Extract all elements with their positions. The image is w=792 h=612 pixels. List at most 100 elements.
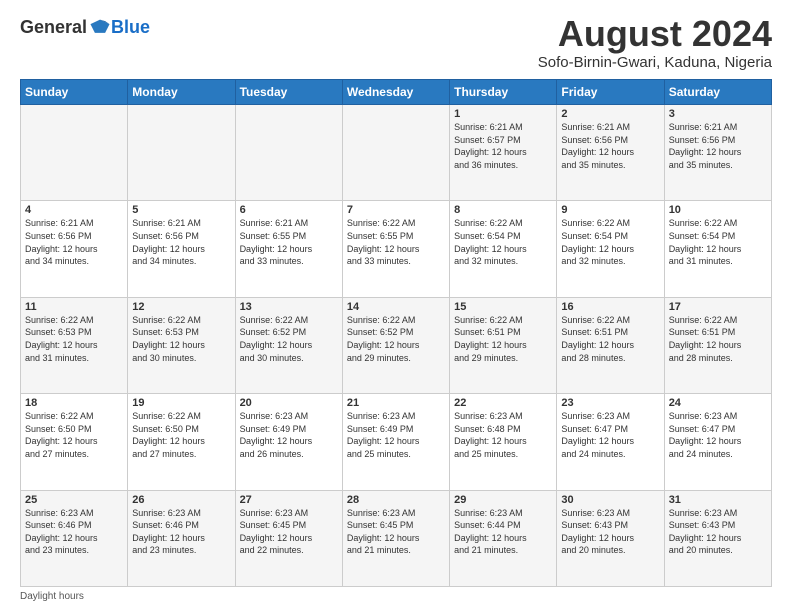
table-row: 19Sunrise: 6:22 AMSunset: 6:50 PMDayligh…	[128, 394, 235, 490]
day-number: 17	[669, 301, 767, 313]
day-info: Sunrise: 6:22 AMSunset: 6:51 PMDaylight:…	[669, 314, 767, 364]
table-row: 16Sunrise: 6:22 AMSunset: 6:51 PMDayligh…	[557, 297, 664, 393]
day-info: Sunrise: 6:23 AMSunset: 6:45 PMDaylight:…	[347, 507, 445, 557]
day-number: 6	[240, 204, 338, 216]
footer: Daylight hours	[20, 591, 772, 602]
week-row-4: 18Sunrise: 6:22 AMSunset: 6:50 PMDayligh…	[21, 394, 772, 490]
table-row	[342, 105, 449, 201]
day-info: Sunrise: 6:23 AMSunset: 6:47 PMDaylight:…	[561, 410, 659, 460]
day-info: Sunrise: 6:23 AMSunset: 6:48 PMDaylight:…	[454, 410, 552, 460]
table-row: 11Sunrise: 6:22 AMSunset: 6:53 PMDayligh…	[21, 297, 128, 393]
table-row: 23Sunrise: 6:23 AMSunset: 6:47 PMDayligh…	[557, 394, 664, 490]
month-title: August 2024	[538, 16, 772, 52]
day-number: 28	[347, 494, 445, 506]
day-number: 23	[561, 397, 659, 409]
table-row: 31Sunrise: 6:23 AMSunset: 6:43 PMDayligh…	[664, 490, 771, 586]
table-row: 28Sunrise: 6:23 AMSunset: 6:45 PMDayligh…	[342, 490, 449, 586]
table-row: 29Sunrise: 6:23 AMSunset: 6:44 PMDayligh…	[450, 490, 557, 586]
table-row: 22Sunrise: 6:23 AMSunset: 6:48 PMDayligh…	[450, 394, 557, 490]
day-info: Sunrise: 6:23 AMSunset: 6:46 PMDaylight:…	[132, 507, 230, 557]
day-info: Sunrise: 6:23 AMSunset: 6:44 PMDaylight:…	[454, 507, 552, 557]
location-title: Sofo-Birnin-Gwari, Kaduna, Nigeria	[538, 54, 772, 71]
calendar-header-row: Sunday Monday Tuesday Wednesday Thursday…	[21, 80, 772, 105]
day-info: Sunrise: 6:23 AMSunset: 6:49 PMDaylight:…	[347, 410, 445, 460]
logo-icon	[89, 16, 111, 38]
day-info: Sunrise: 6:23 AMSunset: 6:47 PMDaylight:…	[669, 410, 767, 460]
day-number: 27	[240, 494, 338, 506]
day-info: Sunrise: 6:22 AMSunset: 6:52 PMDaylight:…	[240, 314, 338, 364]
footer-text: Daylight hours	[20, 591, 84, 602]
day-info: Sunrise: 6:22 AMSunset: 6:50 PMDaylight:…	[132, 410, 230, 460]
table-row: 3Sunrise: 6:21 AMSunset: 6:56 PMDaylight…	[664, 105, 771, 201]
table-row: 12Sunrise: 6:22 AMSunset: 6:53 PMDayligh…	[128, 297, 235, 393]
table-row: 17Sunrise: 6:22 AMSunset: 6:51 PMDayligh…	[664, 297, 771, 393]
day-info: Sunrise: 6:22 AMSunset: 6:54 PMDaylight:…	[561, 217, 659, 267]
day-number: 18	[25, 397, 123, 409]
day-info: Sunrise: 6:23 AMSunset: 6:49 PMDaylight:…	[240, 410, 338, 460]
table-row	[235, 105, 342, 201]
day-info: Sunrise: 6:22 AMSunset: 6:55 PMDaylight:…	[347, 217, 445, 267]
table-row	[21, 105, 128, 201]
day-number: 21	[347, 397, 445, 409]
day-info: Sunrise: 6:23 AMSunset: 6:43 PMDaylight:…	[561, 507, 659, 557]
page: General Blue August 2024 Sofo-Birnin-Gwa…	[0, 0, 792, 612]
day-number: 3	[669, 108, 767, 120]
day-number: 14	[347, 301, 445, 313]
day-number: 11	[25, 301, 123, 313]
table-row: 10Sunrise: 6:22 AMSunset: 6:54 PMDayligh…	[664, 201, 771, 297]
table-row: 30Sunrise: 6:23 AMSunset: 6:43 PMDayligh…	[557, 490, 664, 586]
day-number: 26	[132, 494, 230, 506]
day-number: 31	[669, 494, 767, 506]
day-number: 15	[454, 301, 552, 313]
day-info: Sunrise: 6:21 AMSunset: 6:56 PMDaylight:…	[132, 217, 230, 267]
table-row: 20Sunrise: 6:23 AMSunset: 6:49 PMDayligh…	[235, 394, 342, 490]
table-row: 24Sunrise: 6:23 AMSunset: 6:47 PMDayligh…	[664, 394, 771, 490]
table-row: 25Sunrise: 6:23 AMSunset: 6:46 PMDayligh…	[21, 490, 128, 586]
day-info: Sunrise: 6:22 AMSunset: 6:52 PMDaylight:…	[347, 314, 445, 364]
table-row: 2Sunrise: 6:21 AMSunset: 6:56 PMDaylight…	[557, 105, 664, 201]
week-row-1: 1Sunrise: 6:21 AMSunset: 6:57 PMDaylight…	[21, 105, 772, 201]
calendar-table: Sunday Monday Tuesday Wednesday Thursday…	[20, 79, 772, 587]
table-row	[128, 105, 235, 201]
day-info: Sunrise: 6:22 AMSunset: 6:54 PMDaylight:…	[454, 217, 552, 267]
day-info: Sunrise: 6:22 AMSunset: 6:53 PMDaylight:…	[25, 314, 123, 364]
day-number: 8	[454, 204, 552, 216]
table-row: 5Sunrise: 6:21 AMSunset: 6:56 PMDaylight…	[128, 201, 235, 297]
logo-text: General Blue	[20, 16, 150, 38]
header-sunday: Sunday	[21, 80, 128, 105]
table-row: 18Sunrise: 6:22 AMSunset: 6:50 PMDayligh…	[21, 394, 128, 490]
header-saturday: Saturday	[664, 80, 771, 105]
day-number: 24	[669, 397, 767, 409]
day-number: 29	[454, 494, 552, 506]
day-info: Sunrise: 6:22 AMSunset: 6:51 PMDaylight:…	[561, 314, 659, 364]
day-info: Sunrise: 6:22 AMSunset: 6:50 PMDaylight:…	[25, 410, 123, 460]
day-number: 2	[561, 108, 659, 120]
table-row: 6Sunrise: 6:21 AMSunset: 6:55 PMDaylight…	[235, 201, 342, 297]
title-block: August 2024 Sofo-Birnin-Gwari, Kaduna, N…	[538, 16, 772, 71]
table-row: 15Sunrise: 6:22 AMSunset: 6:51 PMDayligh…	[450, 297, 557, 393]
table-row: 26Sunrise: 6:23 AMSunset: 6:46 PMDayligh…	[128, 490, 235, 586]
header-tuesday: Tuesday	[235, 80, 342, 105]
day-number: 25	[25, 494, 123, 506]
day-info: Sunrise: 6:22 AMSunset: 6:54 PMDaylight:…	[669, 217, 767, 267]
day-info: Sunrise: 6:22 AMSunset: 6:51 PMDaylight:…	[454, 314, 552, 364]
table-row: 14Sunrise: 6:22 AMSunset: 6:52 PMDayligh…	[342, 297, 449, 393]
table-row: 21Sunrise: 6:23 AMSunset: 6:49 PMDayligh…	[342, 394, 449, 490]
logo-general: General	[20, 17, 87, 38]
table-row: 4Sunrise: 6:21 AMSunset: 6:56 PMDaylight…	[21, 201, 128, 297]
header-thursday: Thursday	[450, 80, 557, 105]
day-number: 7	[347, 204, 445, 216]
day-number: 9	[561, 204, 659, 216]
day-info: Sunrise: 6:21 AMSunset: 6:56 PMDaylight:…	[25, 217, 123, 267]
day-info: Sunrise: 6:21 AMSunset: 6:55 PMDaylight:…	[240, 217, 338, 267]
day-number: 12	[132, 301, 230, 313]
table-row: 1Sunrise: 6:21 AMSunset: 6:57 PMDaylight…	[450, 105, 557, 201]
table-row: 13Sunrise: 6:22 AMSunset: 6:52 PMDayligh…	[235, 297, 342, 393]
day-info: Sunrise: 6:23 AMSunset: 6:46 PMDaylight:…	[25, 507, 123, 557]
week-row-5: 25Sunrise: 6:23 AMSunset: 6:46 PMDayligh…	[21, 490, 772, 586]
day-info: Sunrise: 6:21 AMSunset: 6:56 PMDaylight:…	[669, 121, 767, 171]
day-info: Sunrise: 6:21 AMSunset: 6:57 PMDaylight:…	[454, 121, 552, 171]
logo-blue: Blue	[111, 17, 150, 38]
header: General Blue August 2024 Sofo-Birnin-Gwa…	[20, 16, 772, 71]
header-friday: Friday	[557, 80, 664, 105]
